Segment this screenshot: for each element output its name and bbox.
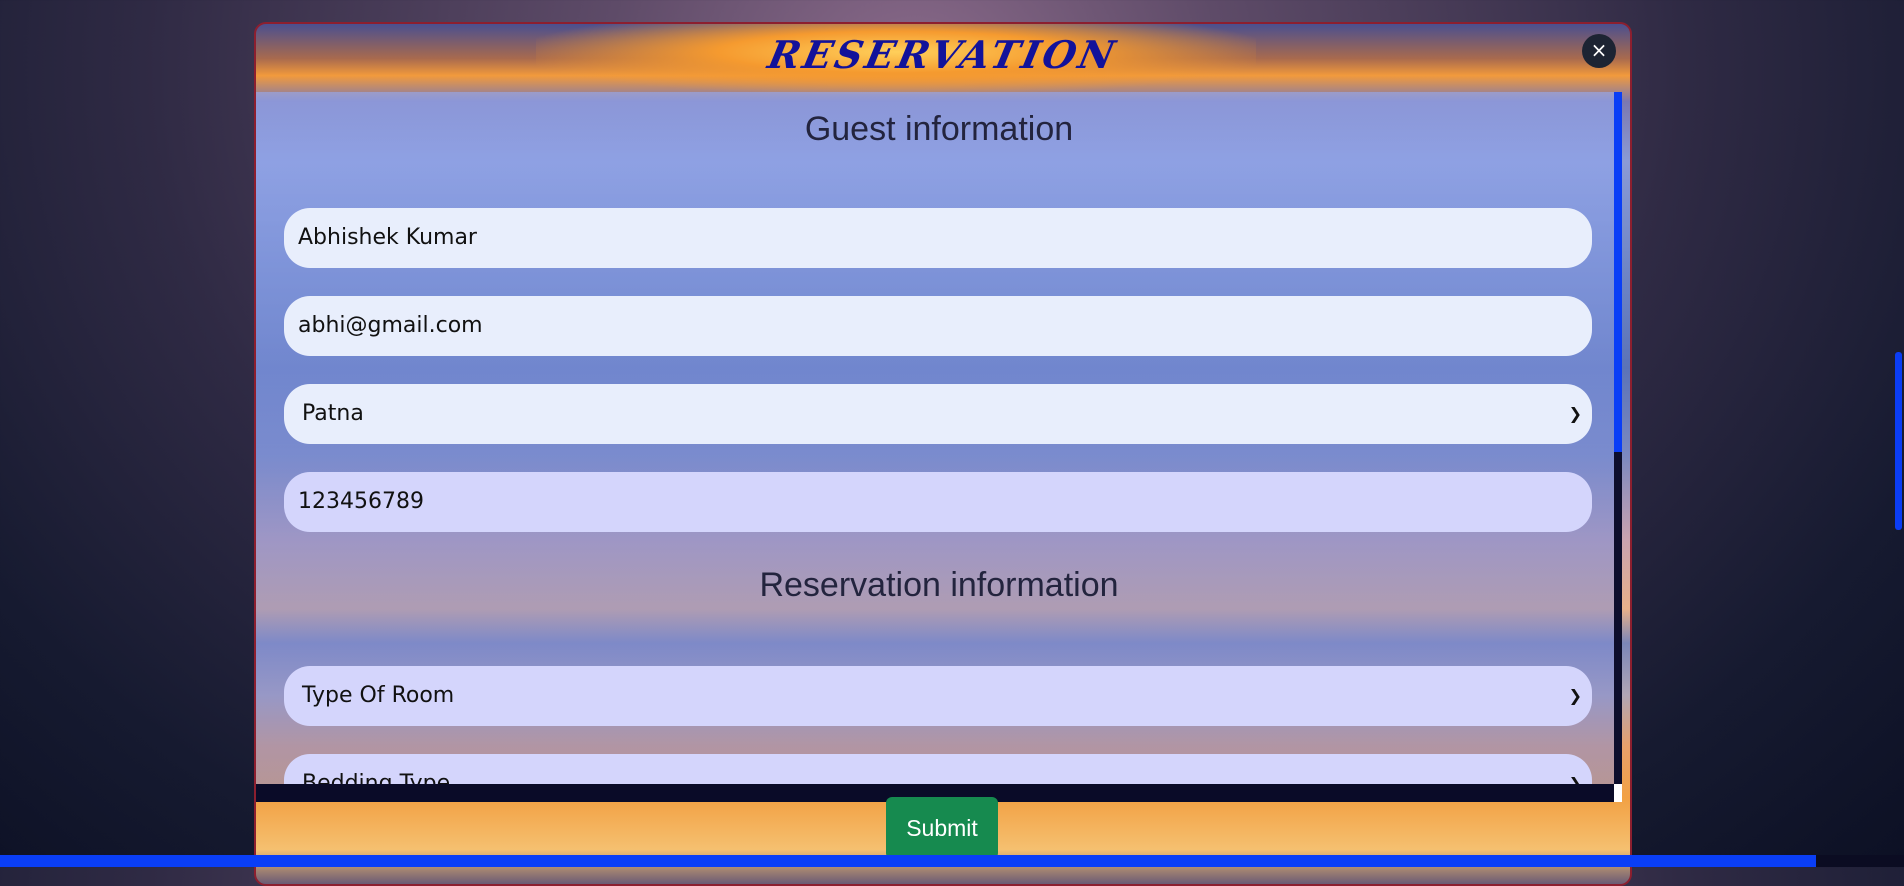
reservation-modal: RESERVATION × Guest information Abhishek… bbox=[254, 22, 1632, 886]
scrollbar-corner-page bbox=[1816, 855, 1904, 867]
chevron-down-icon: ❯ bbox=[1568, 686, 1582, 705]
modal-scrollbar-track[interactable] bbox=[1614, 92, 1622, 784]
scrollbar-corner bbox=[1614, 784, 1622, 802]
chevron-down-icon: ❯ bbox=[1568, 404, 1582, 423]
room-type-select-value: Type Of Room bbox=[302, 683, 455, 708]
phone-field[interactable]: 123456789 bbox=[284, 472, 1592, 532]
close-icon: × bbox=[1590, 38, 1608, 62]
city-select-value: Patna bbox=[302, 401, 364, 426]
reservation-information-heading: Reservation information bbox=[759, 566, 1119, 604]
page-scrollbar-thumb[interactable] bbox=[1895, 352, 1902, 530]
page-horizontal-scrollbar[interactable] bbox=[0, 855, 1816, 867]
bedding-type-select[interactable]: Bedding Type ❯ bbox=[284, 754, 1592, 784]
chevron-down-icon: ❯ bbox=[1568, 774, 1582, 784]
city-select[interactable]: Patna ❯ bbox=[284, 384, 1592, 444]
room-type-select[interactable]: Type Of Room ❯ bbox=[284, 666, 1592, 726]
email-field[interactable]: abhi@gmail.com bbox=[284, 296, 1592, 356]
modal-scrollbar-thumb[interactable] bbox=[1614, 92, 1622, 452]
guest-information-heading: Guest information bbox=[804, 110, 1074, 148]
modal-title: RESERVATION bbox=[764, 32, 1122, 77]
submit-button[interactable]: Submit bbox=[886, 797, 998, 859]
bedding-type-select-value: Bedding Type bbox=[302, 771, 451, 784]
modal-body-scroll-area[interactable]: Guest information Abhishek Kumar abhi@gm… bbox=[256, 92, 1622, 784]
modal-header: RESERVATION × bbox=[256, 24, 1630, 92]
name-field[interactable]: Abhishek Kumar bbox=[284, 208, 1592, 268]
close-button[interactable]: × bbox=[1582, 34, 1616, 68]
